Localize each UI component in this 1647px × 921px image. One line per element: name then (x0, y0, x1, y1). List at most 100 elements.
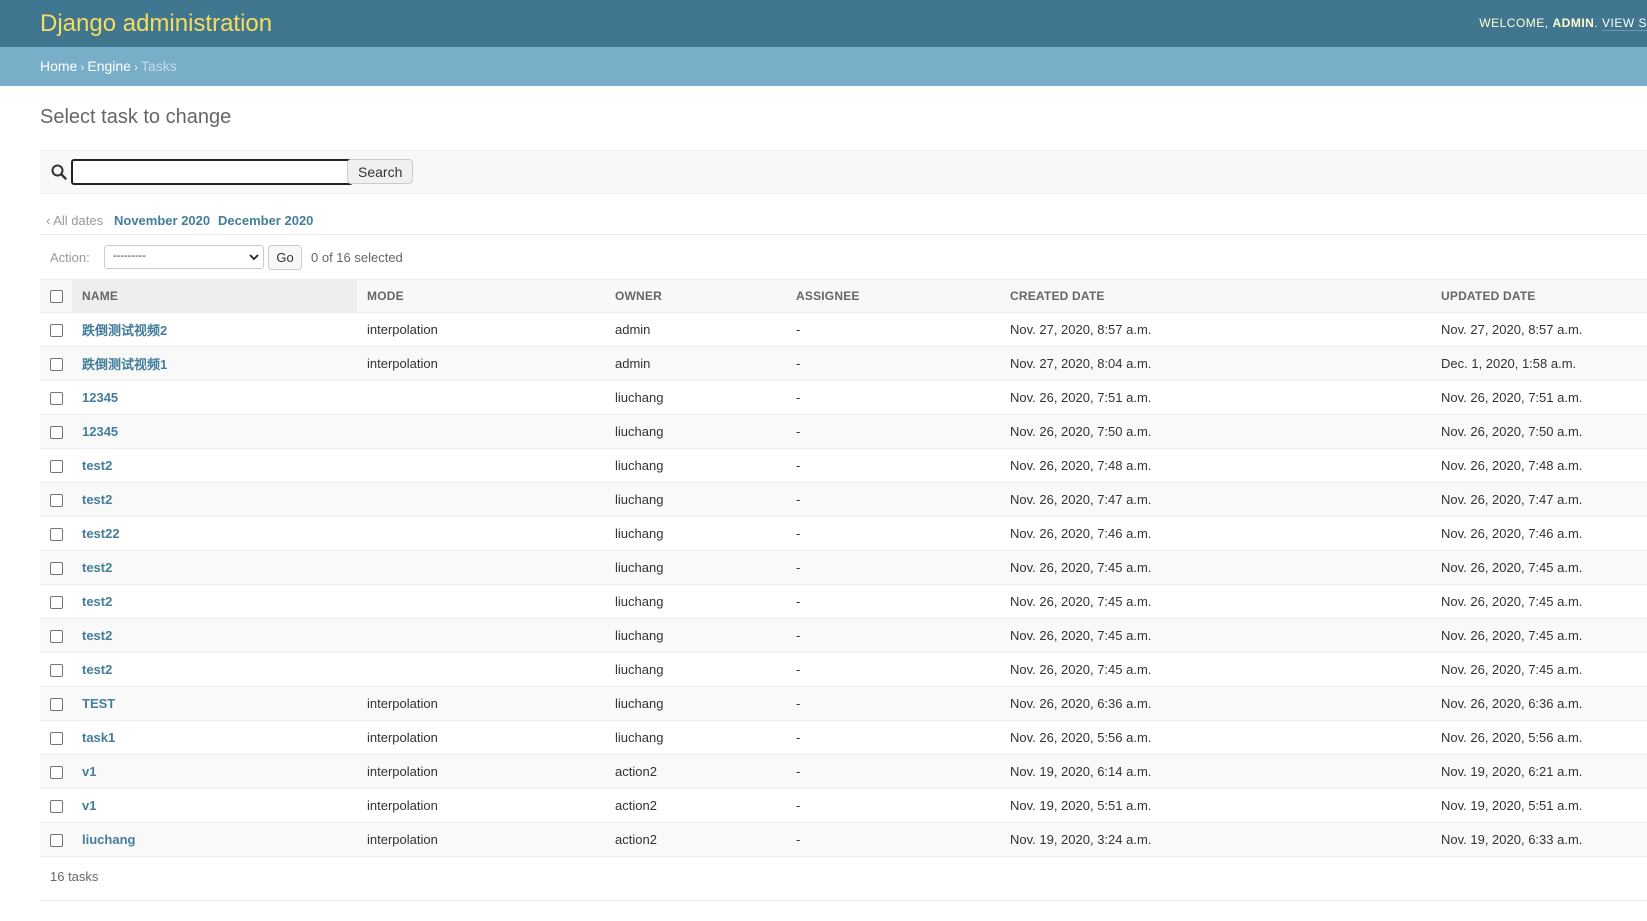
cell-owner: liuchang (605, 550, 786, 585)
row-select-cell (40, 448, 72, 483)
search-input[interactable] (71, 159, 353, 185)
cell-updated-date: Nov. 19, 2020, 6:33 a.m. (1431, 822, 1647, 857)
cell-owner: action2 (605, 754, 786, 789)
all-dates-link[interactable]: ‹ All dates (46, 213, 103, 228)
cell-name[interactable]: test2 (72, 448, 357, 483)
cell-owner: liuchang (605, 584, 786, 619)
cell-owner: admin (605, 312, 786, 347)
column-header-updated-date[interactable]: Updated date (1431, 279, 1647, 313)
cell-assignee: - (786, 822, 1000, 857)
row-checkbox[interactable] (50, 596, 63, 610)
row-checkbox[interactable] (50, 562, 63, 576)
cell-assignee: - (786, 618, 1000, 653)
column-header-owner[interactable]: Owner (605, 279, 786, 313)
cell-name[interactable]: 12345 (72, 414, 357, 449)
chevron-down-icon (249, 254, 259, 261)
cell-name[interactable]: 跌倒测试视频2 (72, 312, 357, 347)
cell-owner: liuchang (605, 720, 786, 755)
row-checkbox[interactable] (50, 698, 63, 712)
cell-name[interactable]: test2 (72, 584, 357, 619)
cell-name[interactable]: v1 (72, 788, 357, 823)
row-checkbox[interactable] (50, 800, 63, 814)
row-select-cell (40, 788, 72, 823)
cell-name[interactable]: test22 (72, 516, 357, 551)
row-checkbox[interactable] (50, 732, 63, 746)
action-label: Action: (50, 250, 90, 265)
cell-mode: interpolation (357, 754, 605, 789)
row-checkbox[interactable] (50, 426, 63, 440)
column-header-mode[interactable]: Mode (357, 279, 605, 313)
row-checkbox[interactable] (50, 664, 63, 678)
row-checkbox[interactable] (50, 834, 63, 848)
breadcrumb: Home › Engine › Tasks (0, 47, 1647, 86)
search-button[interactable]: Search (347, 159, 414, 184)
cell-name[interactable]: liuchang (72, 822, 357, 857)
cell-created-date: Nov. 26, 2020, 7:45 a.m. (1000, 584, 1431, 619)
row-select-cell (40, 312, 72, 347)
site-name[interactable]: Django administration (40, 10, 272, 38)
cell-name[interactable]: test2 (72, 618, 357, 653)
cell-updated-date: Nov. 26, 2020, 7:47 a.m. (1431, 482, 1647, 517)
date-link-december-2020[interactable]: December 2020 (218, 213, 313, 228)
cell-name[interactable]: test2 (72, 482, 357, 517)
cell-mode (357, 380, 605, 415)
row-checkbox[interactable] (50, 630, 63, 644)
cell-assignee: - (786, 482, 1000, 517)
cell-created-date: Nov. 26, 2020, 6:36 a.m. (1000, 686, 1431, 721)
cell-name[interactable]: 跌倒测试视频1 (72, 346, 357, 381)
table-row: task1 interpolation liuchang - Nov. 26, 2020… (40, 720, 1647, 755)
cell-mode (357, 516, 605, 551)
cell-name[interactable]: TEST (72, 686, 357, 721)
cell-owner: action2 (605, 788, 786, 823)
cell-created-date: Nov. 19, 2020, 3:24 a.m. (1000, 822, 1431, 857)
cell-name[interactable]: task1 (72, 720, 357, 755)
row-checkbox[interactable] (50, 528, 63, 542)
cell-created-date: Nov. 26, 2020, 7:47 a.m. (1000, 482, 1431, 517)
table-row: 跌倒测试视频1 interpolation admin - Nov. 27, 2020,… (40, 346, 1647, 381)
row-select-cell (40, 652, 72, 687)
row-checkbox[interactable] (50, 494, 63, 508)
search-toolbar: Search (40, 150, 1647, 194)
go-button[interactable]: Go (268, 245, 302, 270)
breadcrumb-engine[interactable]: Engine (87, 58, 131, 74)
cell-owner: liuchang (605, 482, 786, 517)
action-select[interactable]: --------- (104, 245, 264, 269)
breadcrumb-current: Tasks (140, 58, 177, 74)
cell-updated-date: Nov. 26, 2020, 5:56 a.m. (1431, 720, 1647, 755)
result-count: 16 tasks (50, 869, 99, 884)
cell-name[interactable]: test2 (72, 550, 357, 585)
table-row: test2 liuchang - Nov. 26, 2020, 7:45 a.m. No… (40, 584, 1647, 619)
cell-owner: liuchang (605, 516, 786, 551)
cell-name[interactable]: test2 (72, 652, 357, 687)
column-header-name[interactable]: Name (72, 279, 357, 313)
breadcrumb-home[interactable]: Home (40, 58, 77, 74)
row-checkbox[interactable] (50, 358, 63, 372)
select-all-checkbox[interactable] (50, 290, 63, 304)
cell-assignee: - (786, 550, 1000, 585)
cell-assignee: - (786, 448, 1000, 483)
table-row: TEST interpolation liuchang - Nov. 26, 2020,… (40, 686, 1647, 721)
table-row: test2 liuchang - Nov. 26, 2020, 7:47 a.m. No… (40, 482, 1647, 517)
row-select-cell (40, 482, 72, 517)
cell-mode: interpolation (357, 822, 605, 857)
row-checkbox[interactable] (50, 460, 63, 474)
cell-name[interactable]: v1 (72, 754, 357, 789)
view-site-link[interactable]: View s (1601, 16, 1647, 31)
cell-updated-date: Nov. 26, 2020, 7:45 a.m. (1431, 584, 1647, 619)
column-header-assignee[interactable]: Assignee (786, 279, 1000, 313)
cell-name[interactable]: 12345 (72, 380, 357, 415)
row-select-cell (40, 618, 72, 653)
cell-updated-date: Nov. 26, 2020, 7:45 a.m. (1431, 550, 1647, 585)
cell-owner: liuchang (605, 686, 786, 721)
row-checkbox[interactable] (50, 324, 63, 338)
table-header-row: Name Mode Owner Assignee Created date Up… (40, 279, 1647, 313)
table-row: test22 liuchang - Nov. 26, 2020, 7:46 a.m. N… (40, 516, 1647, 551)
date-link-november-2020[interactable]: November 2020 (114, 213, 210, 228)
table-row: 跌倒测试视频2 interpolation admin - Nov. 27, 2020,… (40, 312, 1647, 347)
cell-mode (357, 448, 605, 483)
search-icon (51, 164, 67, 180)
row-checkbox[interactable] (50, 766, 63, 780)
row-checkbox[interactable] (50, 392, 63, 406)
column-header-created-date[interactable]: Created date (1000, 279, 1431, 313)
cell-created-date: Nov. 26, 2020, 7:45 a.m. (1000, 652, 1431, 687)
